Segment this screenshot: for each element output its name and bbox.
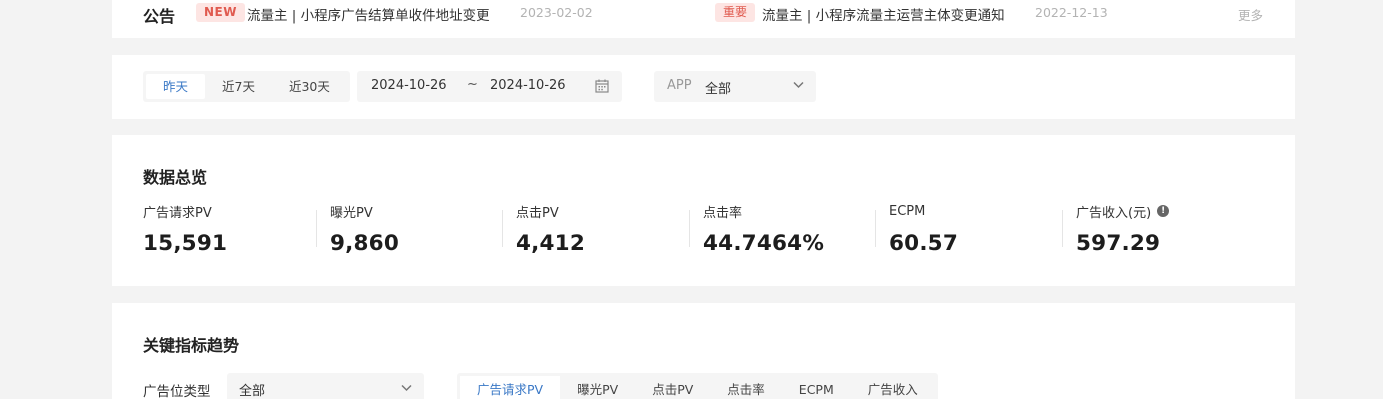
notice-item-date: 2022-12-13 bbox=[1035, 5, 1108, 20]
tab-request-pv[interactable]: 广告请求PV bbox=[460, 376, 561, 399]
filter-card: 昨天 近7天 近30天 2024-10-26 ~ 2024-10-26 APP … bbox=[112, 55, 1295, 119]
tab-ctr[interactable]: 点击率 bbox=[710, 376, 782, 399]
metric-value: 597.29 bbox=[1076, 231, 1161, 256]
chevron-down-icon bbox=[401, 384, 412, 392]
ad-type-value: 全部 bbox=[239, 384, 266, 399]
calendar-icon[interactable] bbox=[595, 79, 609, 93]
metric-request-pv: 广告请求PV 15,591 bbox=[143, 202, 330, 262]
tab-ad-revenue[interactable]: 广告收入 bbox=[851, 376, 935, 399]
metric-exposure-pv: 曝光PV 9,860 bbox=[316, 202, 517, 262]
metric-divider bbox=[689, 210, 690, 247]
notice-card: 公告 NEW 流量主 | 小程序广告结算单收件地址变更 2023-02-02 重… bbox=[112, 0, 1295, 38]
metric-label-row: 广告收入(元) ! bbox=[1076, 202, 1263, 221]
metric-ctr: 点击率 44.7464% bbox=[689, 202, 890, 262]
metric-label: 点击率 bbox=[703, 205, 743, 221]
metric-label: 广告收入(元) bbox=[1076, 205, 1152, 221]
metric-divider bbox=[1062, 210, 1063, 247]
overview-title: 数据总览 bbox=[143, 168, 208, 187]
metric-divider bbox=[875, 210, 876, 247]
end-date[interactable]: 2024-10-26 bbox=[490, 78, 566, 93]
range-30days-button[interactable]: 近30天 bbox=[272, 74, 347, 99]
notice-title: 公告 bbox=[143, 7, 176, 26]
overview-card: 数据总览 广告请求PV 15,591 曝光PV 9,860 点击PV 4,412… bbox=[112, 135, 1295, 286]
metric-ad-revenue: 广告收入(元) ! 597.29 bbox=[1062, 202, 1263, 262]
metric-click-pv: 点击PV 4,412 bbox=[502, 202, 703, 262]
new-badge: NEW bbox=[196, 3, 245, 22]
important-badge: 重要 bbox=[715, 3, 756, 22]
metric-value: 9,860 bbox=[330, 231, 400, 256]
metric-divider bbox=[316, 210, 317, 247]
metric-label: 点击PV bbox=[516, 205, 559, 221]
date-separator: ~ bbox=[467, 77, 478, 92]
app-select[interactable]: APP 全部 bbox=[654, 71, 816, 102]
app-select-value: 全部 bbox=[705, 82, 732, 97]
metric-value: 44.7464% bbox=[703, 231, 825, 256]
ad-type-select[interactable]: 全部 bbox=[227, 373, 424, 399]
ad-type-label: 广告位类型 bbox=[143, 384, 211, 399]
trend-title: 关键指标趋势 bbox=[143, 336, 240, 355]
tab-ecpm[interactable]: ECPM bbox=[782, 376, 851, 399]
metric-ecpm: ECPM 60.57 bbox=[875, 202, 1076, 262]
chevron-down-icon bbox=[793, 81, 804, 89]
date-range-segmented: 昨天 近7天 近30天 bbox=[143, 71, 350, 102]
metric-value: 4,412 bbox=[516, 231, 586, 256]
metric-divider bbox=[502, 210, 503, 247]
more-link[interactable]: 更多 bbox=[1238, 5, 1263, 24]
notice-item-link[interactable]: 流量主 | 小程序广告结算单收件地址变更 bbox=[247, 4, 490, 24]
range-yesterday-button[interactable]: 昨天 bbox=[146, 74, 206, 99]
info-circle-icon[interactable]: ! bbox=[1157, 205, 1170, 217]
metric-label: ECPM bbox=[889, 203, 926, 219]
metric-label: 曝光PV bbox=[330, 205, 373, 221]
metric-value: 60.57 bbox=[889, 231, 959, 256]
metric-value: 15,591 bbox=[143, 231, 228, 256]
notice-item-date: 2023-02-02 bbox=[520, 5, 593, 20]
app-select-label: APP bbox=[667, 78, 692, 93]
tab-click-pv[interactable]: 点击PV bbox=[635, 376, 710, 399]
start-date[interactable]: 2024-10-26 bbox=[371, 78, 447, 93]
range-7days-button[interactable]: 近7天 bbox=[205, 74, 272, 99]
notice-item-link[interactable]: 流量主 | 小程序流量主运营主体变更通知 bbox=[762, 4, 1005, 24]
trend-card: 关键指标趋势 广告位类型 全部 广告请求PV 曝光PV 点击PV 点击率 ECP… bbox=[112, 303, 1295, 399]
metric-tabs: 广告请求PV 曝光PV 点击PV 点击率 ECPM 广告收入 bbox=[457, 373, 938, 399]
date-range-picker[interactable]: 2024-10-26 ~ 2024-10-26 bbox=[357, 71, 622, 102]
metric-label: 广告请求PV bbox=[143, 205, 212, 221]
tab-exposure-pv[interactable]: 曝光PV bbox=[560, 376, 635, 399]
